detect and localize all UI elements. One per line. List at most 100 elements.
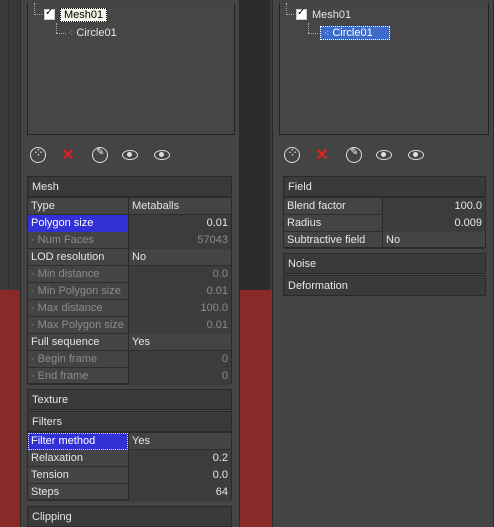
property-row[interactable]: Min Polygon size0.01	[28, 283, 231, 300]
paint-icon[interactable]	[345, 146, 363, 164]
property-row[interactable]: Relaxation 0.2	[28, 450, 231, 467]
property-name: Num Faces	[28, 232, 128, 249]
property-row[interactable]: End frame0	[28, 368, 231, 385]
field-section-header[interactable]: Field	[283, 176, 486, 197]
property-name: Filter method	[28, 433, 128, 450]
property-row[interactable]: Max Polygon size0.01	[28, 317, 231, 334]
mesh-section-header[interactable]: Mesh	[27, 176, 232, 197]
viewport-gap-floor	[240, 290, 270, 527]
property-row[interactable]: Begin frame0	[28, 351, 231, 368]
clipping-section-header[interactable]: Clipping	[27, 506, 232, 527]
texture-section-header[interactable]: Texture	[27, 389, 232, 410]
property-value[interactable]: 0.009	[382, 215, 485, 232]
tree-item-selected: ⁖ Circle01	[320, 26, 390, 40]
toolbar: ✕	[283, 145, 483, 166]
property-name: Max distance	[28, 300, 128, 317]
section-title: Texture	[32, 394, 69, 406]
property-row[interactable]: Tension 0.0	[28, 467, 231, 484]
property-value[interactable]: 100.0	[382, 198, 485, 215]
property-row[interactable]: Max distance100.0	[28, 300, 231, 317]
noise-section-header[interactable]: Noise	[283, 253, 486, 274]
particle-icon[interactable]	[283, 145, 301, 164]
property-row[interactable]: Radius 0.009	[284, 215, 485, 232]
circle-icon: ⁖	[324, 28, 330, 38]
circle-icon: ⁖	[68, 28, 74, 38]
property-value[interactable]: Yes	[128, 433, 231, 450]
property-value: 100.0	[128, 300, 231, 317]
tree-item-label: Circle01	[332, 27, 373, 39]
property-row[interactable]: Subtractive field No	[284, 232, 485, 249]
property-value: 0.01	[128, 317, 231, 334]
property-name: Polygon size	[28, 215, 128, 232]
property-row[interactable]: Blend factor 100.0	[284, 198, 485, 215]
property-name: Max Polygon size	[28, 317, 128, 334]
property-value: 57043	[128, 232, 231, 249]
section-title: Field	[288, 181, 312, 193]
section-title: Clipping	[32, 511, 72, 523]
scene-tree: Mesh01 ⁖ Circle01	[27, 3, 235, 135]
property-row[interactable]: Steps 64	[28, 484, 231, 501]
filters-property-grid: Filter method Yes Relaxation 0.2 Tension 0.0 S…	[27, 432, 232, 501]
tree-item-mesh01[interactable]: Mesh01	[312, 7, 351, 23]
section-title: Filters	[32, 416, 62, 428]
property-row[interactable]: Type Metaballs	[28, 198, 231, 215]
property-value[interactable]: 0.2	[128, 450, 231, 467]
property-name: Blend factor	[287, 200, 346, 212]
eye-icon[interactable]	[375, 146, 393, 164]
property-row[interactable]: Filter method Yes	[28, 433, 231, 450]
particle-icon[interactable]	[29, 145, 47, 164]
property-name: Begin frame	[28, 351, 128, 368]
tree-item-circle01[interactable]: ⁖ Circle01	[68, 25, 117, 41]
property-value[interactable]: 64	[128, 484, 231, 501]
property-value[interactable]: No	[128, 249, 231, 266]
mesh-visibility-checkbox[interactable]	[44, 7, 55, 20]
property-value[interactable]: Yes	[128, 334, 231, 351]
property-value[interactable]: No	[382, 232, 485, 249]
property-name: Full sequence	[31, 336, 100, 348]
property-name: Relaxation	[31, 452, 83, 464]
property-name: End frame	[28, 368, 128, 385]
section-title: Noise	[288, 258, 317, 270]
property-value: 0.0	[128, 266, 231, 283]
deformation-section-header[interactable]: Deformation	[283, 275, 486, 296]
tree-connector	[308, 33, 318, 34]
paint-icon[interactable]	[91, 146, 109, 164]
tree-item-mesh01[interactable]: Mesh01	[60, 7, 108, 23]
tree-item-label: Circle01	[76, 27, 117, 39]
property-value[interactable]: Metaballs	[128, 198, 231, 215]
filters-section-header[interactable]: Filters	[27, 411, 232, 432]
property-value[interactable]: 0.01	[128, 215, 231, 232]
delete-icon[interactable]: ✕	[59, 146, 77, 164]
right-properties-panel: Mesh01 ⁖ Circle01 ✕ Field Blend factor 10…	[272, 0, 494, 527]
property-row[interactable]: Polygon size 0.01	[28, 215, 231, 232]
property-row[interactable]: LOD resolution No	[28, 249, 231, 266]
tree-connector	[56, 23, 57, 33]
mesh-visibility-checkbox[interactable]	[296, 7, 307, 20]
property-name: Radius	[287, 217, 322, 229]
field-property-grid: Blend factor 100.0 Radius 0.009 Subtractive …	[283, 197, 486, 249]
delete-icon[interactable]: ✕	[313, 146, 331, 164]
tree-connector	[56, 33, 66, 34]
property-name: LOD resolution	[31, 251, 105, 263]
toolbar: ✕	[29, 145, 229, 166]
eye-icon[interactable]	[121, 146, 139, 164]
tree-connector	[34, 14, 42, 15]
left-properties-panel: Mesh01 ⁖ Circle01 ✕ Mesh Type MetaballsPo…	[20, 0, 240, 527]
tree-connector	[308, 23, 309, 33]
property-row[interactable]: Full sequence Yes	[28, 334, 231, 351]
property-name: Min Polygon size	[28, 283, 128, 300]
eye-arrow-icon[interactable]	[407, 146, 425, 164]
property-name: Type	[31, 200, 55, 212]
eye-arrow-icon[interactable]	[153, 146, 171, 164]
property-value[interactable]: 0.0	[128, 467, 231, 484]
property-name: Tension	[31, 469, 69, 481]
property-name: Min distance	[28, 266, 128, 283]
tree-item-circle01[interactable]: ⁖ Circle01	[320, 25, 390, 41]
property-value: 0.01	[128, 283, 231, 300]
property-name: Steps	[31, 486, 60, 498]
mesh-property-grid: TypeMetaballsPolygon size0.01Num Faces57…	[27, 197, 232, 385]
scene-tree: Mesh01 ⁖ Circle01	[279, 3, 489, 135]
section-title: Deformation	[288, 280, 348, 292]
property-row[interactable]: Num Faces57043	[28, 232, 231, 249]
property-row[interactable]: Min distance0.0	[28, 266, 231, 283]
